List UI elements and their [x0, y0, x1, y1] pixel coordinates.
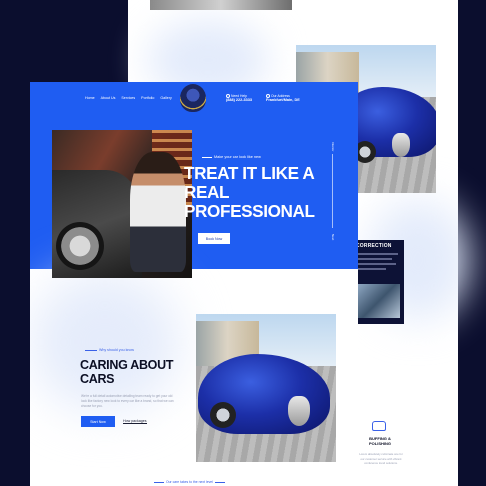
decorative-blur — [30, 272, 180, 412]
main-page-preview: Home About Us Services Portfolio Gallery… — [30, 82, 358, 486]
main-nav: Home About Us Services Portfolio Gallery — [85, 96, 172, 100]
nav-portfolio[interactable]: Portfolio — [141, 96, 154, 100]
car-photo-main — [196, 314, 336, 462]
hero-title: TREAT IT LIKE A REAL PROFESSIONAL — [184, 163, 315, 221]
brand-logo[interactable] — [180, 84, 206, 112]
about-paragraph: We're a full detail automotive detailing… — [81, 394, 174, 408]
about-eyebrow: Why should you know — [85, 348, 134, 352]
nav-services[interactable]: Services — [121, 96, 135, 100]
contact-address[interactable]: Our Address Frankfurt/Main, DE — [266, 94, 300, 103]
hero-tagline: Make your car look like new — [202, 155, 261, 159]
correction-title: CORRECTION — [356, 243, 392, 249]
hero-detailer-photo — [52, 130, 192, 278]
start-now-button[interactable]: Start Now — [81, 416, 115, 427]
book-now-button[interactable]: Book Now — [198, 233, 230, 244]
nav-gallery[interactable]: Gallery — [160, 96, 171, 100]
slider-label-next[interactable]: Next — [331, 234, 335, 240]
car-wash-icon — [372, 421, 386, 431]
nav-home[interactable]: Home — [85, 96, 95, 100]
buffing-title: BUFFING & POLISHING — [368, 436, 391, 446]
slider-label-top[interactable]: Interior — [331, 142, 335, 151]
packages-link[interactable]: How packages — [123, 419, 147, 424]
nav-about[interactable]: About Us — [101, 96, 116, 100]
contact-phone[interactable]: Need Help (888) 222-3333 — [226, 94, 252, 103]
paint-correction-card: CORRECTION — [356, 240, 404, 324]
about-title: CARING ABOUT CARS — [80, 358, 174, 386]
buffing-description: Lorem absolutely culminate one for our c… — [359, 452, 403, 466]
footer-tagline: Our care takes to the next level — [154, 480, 225, 484]
top-cropped-image — [150, 0, 292, 10]
slider-divider — [332, 154, 333, 228]
correction-thumbnail — [358, 284, 400, 318]
